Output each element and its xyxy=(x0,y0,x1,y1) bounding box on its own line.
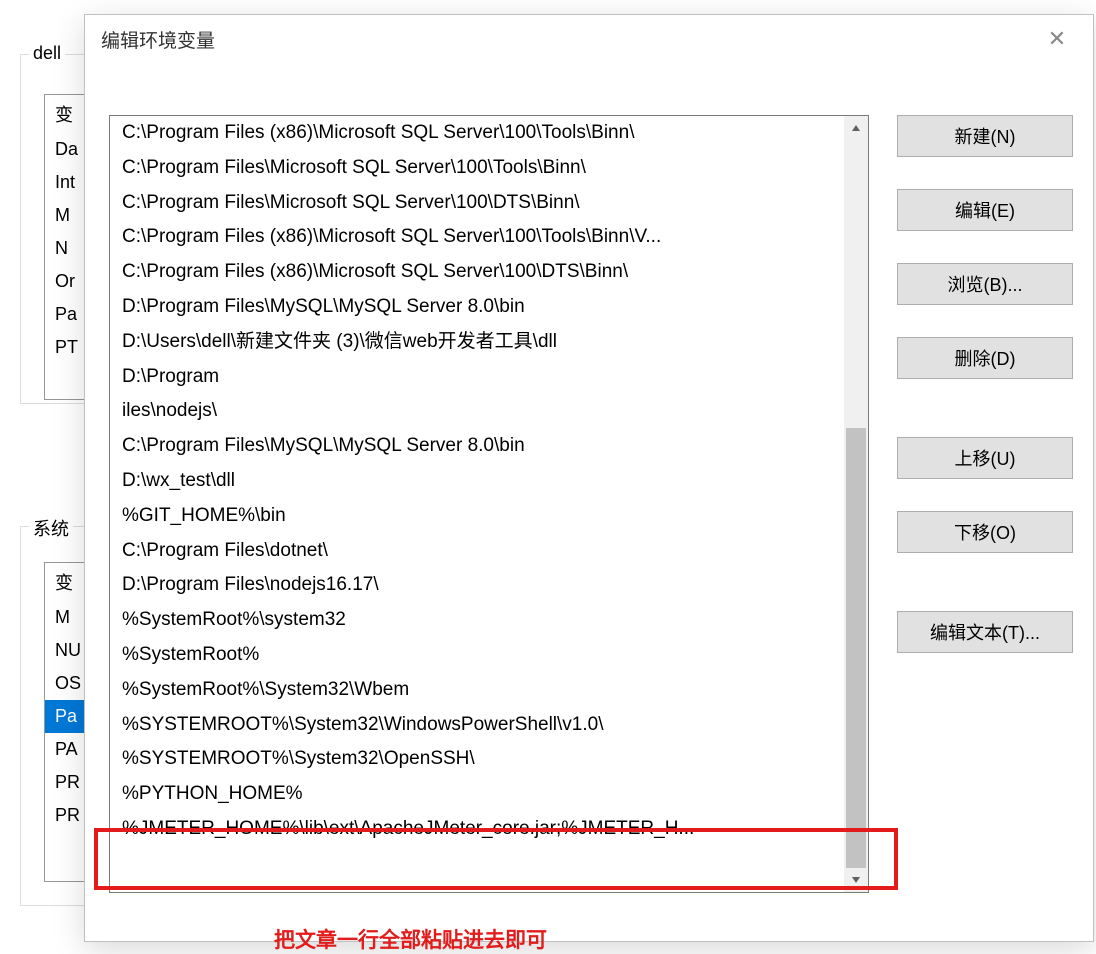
path-entry-row[interactable]: C:\Program Files (x86)\Microsoft SQL Ser… xyxy=(110,220,844,255)
scrollbar-thumb[interactable] xyxy=(846,428,866,868)
path-entry-row[interactable]: C:\Program Files\Microsoft SQL Server\10… xyxy=(110,186,844,221)
edit-text-button[interactable]: 编辑文本(T)... xyxy=(897,611,1073,653)
scrollbar-track[interactable] xyxy=(844,116,868,892)
path-entry-row[interactable]: C:\Program Files\MySQL\MySQL Server 8.0\… xyxy=(110,429,844,464)
path-entry-row[interactable]: %SYSTEMROOT%\System32\WindowsPowerShell\… xyxy=(110,708,844,743)
annotation-text: 把文章一行全部粘贴进去即可 xyxy=(274,924,547,954)
move-down-button[interactable]: 下移(O) xyxy=(897,511,1073,553)
path-entry-row[interactable]: %SystemRoot% xyxy=(110,638,844,673)
scroll-down-icon[interactable] xyxy=(844,868,868,892)
close-icon[interactable]: ✕ xyxy=(1037,28,1077,50)
path-entry-row[interactable]: C:\Program Files (x86)\Microsoft SQL Ser… xyxy=(110,116,844,151)
system-vars-group-label: 系统 xyxy=(29,515,73,541)
dialog-titlebar: 编辑环境变量 ✕ xyxy=(85,15,1093,63)
edit-button[interactable]: 编辑(E) xyxy=(897,189,1073,231)
path-entry-row[interactable]: D:\wx_test\dll xyxy=(110,464,844,499)
path-entry-row[interactable]: %PYTHON_HOME% xyxy=(110,777,844,812)
path-entry-row[interactable]: D:\Program Files\nodejs16.17\ xyxy=(110,568,844,603)
path-entries-listbox[interactable]: C:\Program Files (x86)\Microsoft SQL Ser… xyxy=(109,115,869,893)
delete-button[interactable]: 删除(D) xyxy=(897,337,1073,379)
browse-button[interactable]: 浏览(B)... xyxy=(897,263,1073,305)
path-entry-row[interactable]: D:\Program Files\MySQL\MySQL Server 8.0\… xyxy=(110,290,844,325)
move-up-button[interactable]: 上移(U) xyxy=(897,437,1073,479)
path-entry-row[interactable]: C:\Program Files (x86)\Microsoft SQL Ser… xyxy=(110,255,844,290)
dialog-title: 编辑环境变量 xyxy=(101,26,215,53)
path-entry-row[interactable]: C:\Program Files\dotnet\ xyxy=(110,534,844,569)
path-entry-row[interactable]: iles\nodejs\ xyxy=(110,394,844,429)
buttons-column: 新建(N) 编辑(E) 浏览(B)... 删除(D) 上移(U) 下移(O) 编… xyxy=(897,115,1073,685)
path-entry-row[interactable]: %SystemRoot%\System32\Wbem xyxy=(110,673,844,708)
path-entry-row[interactable]: %SystemRoot%\system32 xyxy=(110,603,844,638)
path-entry-row[interactable]: %SYSTEMROOT%\System32\OpenSSH\ xyxy=(110,742,844,777)
path-entry-row[interactable]: C:\Program Files\Microsoft SQL Server\10… xyxy=(110,151,844,186)
scroll-up-icon[interactable] xyxy=(844,116,868,140)
edit-env-var-dialog: 编辑环境变量 ✕ C:\Program Files (x86)\Microsof… xyxy=(84,14,1094,942)
path-entry-row[interactable]: D:\Program xyxy=(110,360,844,395)
user-vars-group-label: dell xyxy=(29,43,65,64)
path-entry-row[interactable]: D:\Users\dell\新建文件夹 (3)\微信web开发者工具\dll xyxy=(110,325,844,360)
path-entry-row[interactable]: %GIT_HOME%\bin xyxy=(110,499,844,534)
new-button[interactable]: 新建(N) xyxy=(897,115,1073,157)
path-entry-row[interactable]: %JMETER_HOME%\lib\ext\ApacheJMeter_core.… xyxy=(110,812,844,847)
